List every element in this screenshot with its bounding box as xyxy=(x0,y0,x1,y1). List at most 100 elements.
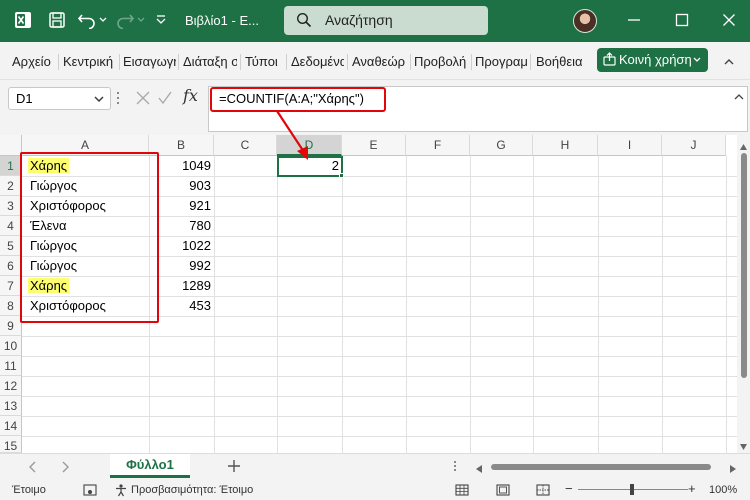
sheet-tab-active[interactable]: Φύλλο1 xyxy=(110,454,190,478)
tab-insert[interactable]: Εισαγωγή xyxy=(123,54,176,69)
tab-file[interactable]: Αρχείο xyxy=(12,54,62,69)
column-header-i[interactable]: I xyxy=(598,135,662,156)
more-sheets-icon[interactable] xyxy=(452,459,458,478)
close-icon[interactable] xyxy=(722,11,736,29)
scroll-right-icon[interactable] xyxy=(729,461,737,479)
menu-separator xyxy=(471,54,472,70)
search-input[interactable]: Αναζήτηση xyxy=(284,6,488,35)
annotation-arrow-icon xyxy=(276,110,308,160)
zoom-level[interactable]: 100% xyxy=(709,484,737,496)
cancel-icon[interactable] xyxy=(135,89,151,112)
search-icon xyxy=(296,12,312,31)
sheet-tab-bar: Φύλλο1 xyxy=(0,453,750,480)
macro-record-icon[interactable] xyxy=(83,483,97,500)
add-sheet-icon[interactable] xyxy=(227,459,241,478)
row-header[interactable]: 1 xyxy=(0,156,22,176)
row-header[interactable]: 7 xyxy=(0,276,22,296)
tab-page-layout[interactable]: Διάταξη σ xyxy=(183,54,237,69)
row-header[interactable]: 8 xyxy=(0,296,22,316)
title-bar: Βιβλίο1 - Ε... Αναζήτηση xyxy=(0,0,750,42)
more-options-icon[interactable] xyxy=(115,89,121,112)
gridline xyxy=(470,156,471,453)
row-header[interactable]: 9 xyxy=(0,316,22,336)
save-icon[interactable] xyxy=(48,11,66,29)
row-header[interactable]: 14 xyxy=(0,416,22,436)
scroll-left-icon[interactable] xyxy=(475,461,483,479)
vertical-scrollbar[interactable] xyxy=(737,135,750,453)
tab-view[interactable]: Προβολή xyxy=(414,54,469,69)
prev-sheet-icon[interactable] xyxy=(28,460,38,479)
gridline xyxy=(22,336,737,337)
menu-separator xyxy=(530,54,531,70)
normal-view-icon[interactable] xyxy=(455,483,469,500)
gridline xyxy=(342,156,343,453)
tab-developer[interactable]: Προγραμ xyxy=(475,54,528,69)
accessibility-status[interactable]: Προσβασιμότητα: Έτοιμο xyxy=(131,484,253,496)
column-header-f[interactable]: F xyxy=(406,135,470,156)
enter-check-icon[interactable] xyxy=(157,89,173,112)
column-header-g[interactable]: G xyxy=(470,135,533,156)
column-header-h[interactable]: H xyxy=(533,135,598,156)
zoom-out-icon[interactable]: − xyxy=(565,481,573,496)
zoom-in-icon[interactable]: + xyxy=(688,481,696,496)
redo-dropdown-icon[interactable] xyxy=(137,11,145,29)
insert-function-icon[interactable]: fx xyxy=(183,86,198,105)
page-layout-view-icon[interactable] xyxy=(496,483,510,500)
row-header[interactable]: 12 xyxy=(0,376,22,396)
menu-separator xyxy=(286,54,287,70)
horizontal-scroll-thumb[interactable] xyxy=(491,464,711,470)
gridline xyxy=(214,156,215,453)
column-header-c[interactable]: C xyxy=(214,135,277,156)
tab-home[interactable]: Κεντρική xyxy=(63,54,118,69)
avatar[interactable] xyxy=(573,9,597,33)
next-sheet-icon[interactable] xyxy=(60,460,70,479)
column-header-e[interactable]: E xyxy=(342,135,406,156)
collapse-ribbon-icon[interactable] xyxy=(723,55,735,73)
column-a-annotation-box xyxy=(20,152,159,323)
maximize-icon[interactable] xyxy=(675,11,689,29)
menu-separator xyxy=(178,54,179,70)
share-label: Κοινή χρήση xyxy=(619,52,692,67)
row-header[interactable]: 13 xyxy=(0,396,22,416)
gridline xyxy=(533,156,534,453)
tab-data[interactable]: Δεδομένα xyxy=(291,54,344,69)
undo-dropdown-icon[interactable] xyxy=(99,11,107,29)
name-box-value: D1 xyxy=(16,91,33,106)
excel-logo-icon xyxy=(14,11,32,29)
fill-handle[interactable] xyxy=(339,173,344,178)
row-header[interactable]: 6 xyxy=(0,256,22,276)
row-header[interactable]: 4 xyxy=(0,216,22,236)
expand-formula-bar-icon[interactable] xyxy=(733,90,745,108)
gridline xyxy=(726,156,727,453)
name-box[interactable]: D1 xyxy=(8,87,111,110)
tab-review[interactable]: Αναθεώρ xyxy=(352,54,408,69)
customize-toolbar-icon[interactable] xyxy=(155,11,167,29)
row-header[interactable]: 11 xyxy=(0,356,22,376)
row-header[interactable]: 15 xyxy=(0,436,22,453)
accessibility-icon[interactable] xyxy=(114,483,128,500)
column-header-j[interactable]: J xyxy=(662,135,726,156)
vertical-scroll-thumb[interactable] xyxy=(741,153,747,378)
chevron-down-icon[interactable] xyxy=(93,91,105,110)
select-all-corner[interactable] xyxy=(0,135,22,156)
horizontal-scrollbar[interactable] xyxy=(488,462,726,472)
row-header[interactable]: 5 xyxy=(0,236,22,256)
row-header[interactable]: 2 xyxy=(0,176,22,196)
row-header[interactable]: 3 xyxy=(0,196,22,216)
gridline xyxy=(22,416,737,417)
menu-separator xyxy=(240,54,241,70)
gridline xyxy=(598,156,599,453)
tab-help[interactable]: Βοήθεια xyxy=(536,54,588,69)
minimize-icon[interactable] xyxy=(627,11,641,29)
row-header[interactable]: 10 xyxy=(0,336,22,356)
redo-icon[interactable] xyxy=(115,11,135,29)
gridline xyxy=(406,156,407,453)
share-button[interactable]: Κοινή χρήση xyxy=(597,48,708,72)
gridline xyxy=(22,396,737,397)
undo-icon[interactable] xyxy=(77,11,97,29)
page-break-view-icon[interactable] xyxy=(536,483,550,500)
zoom-slider-thumb[interactable] xyxy=(630,484,634,495)
share-icon xyxy=(603,52,616,69)
gridline xyxy=(22,436,737,437)
tab-formulas[interactable]: Τύποι xyxy=(245,54,285,69)
